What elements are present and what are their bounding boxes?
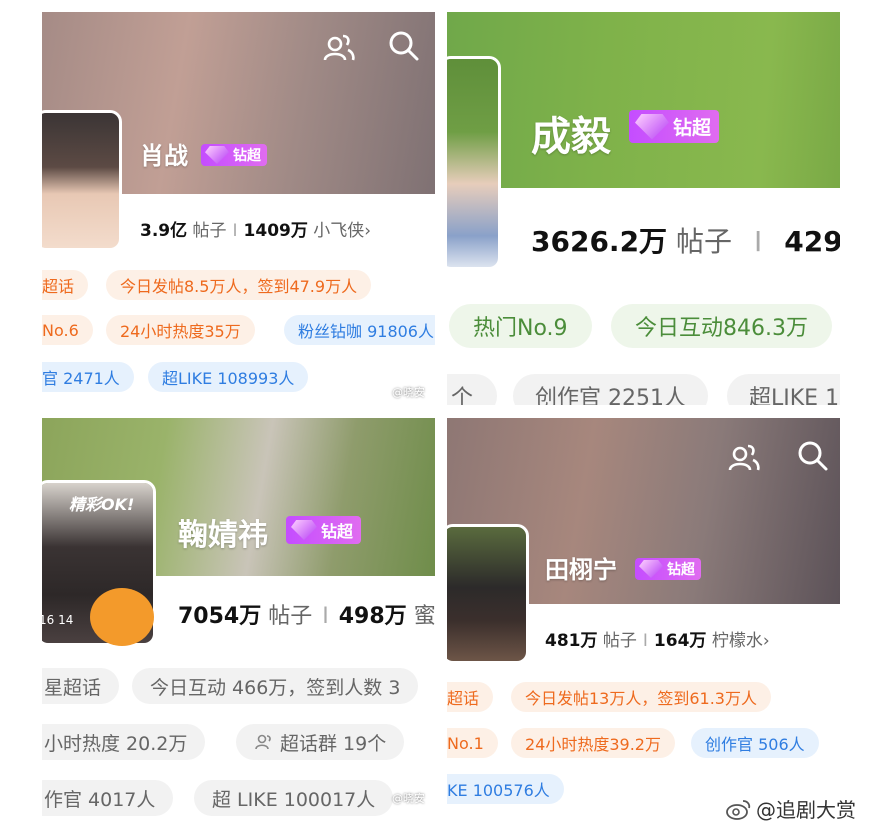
tag-heat[interactable]: 小时热度 20.2万 [42, 724, 206, 760]
tag-partial[interactable]: 个 [447, 374, 498, 405]
page-title: 肖战 [140, 142, 188, 170]
tag-rank[interactable]: No.6 [42, 315, 93, 345]
panel-chengyi: 成毅 钻超 3626.2万 帖子I429. 热门No.9 今日互动846.3万 … [447, 12, 840, 405]
tag-interaction[interactable]: 今日互动846.3万 [611, 304, 832, 348]
stats-row[interactable]: 7054万 帖子 I 498万 蜜 [178, 598, 435, 630]
weibo-logo-icon [726, 799, 751, 820]
banner-image [447, 12, 840, 188]
tag-heat[interactable]: 24小时热度39.2万 [511, 728, 675, 758]
avatar-number: 16 14 [42, 613, 74, 627]
stats-row[interactable]: 481万 帖子 I 164万 柠檬水› [545, 626, 770, 651]
tag-creator[interactable]: 官 2471人 [42, 362, 134, 392]
group-icon[interactable] [727, 440, 761, 474]
orange-sticker [90, 588, 154, 646]
diamond-badge: 钻超 [635, 558, 701, 580]
tag-group[interactable]: 超话群 19个 [236, 724, 405, 760]
tag-rank[interactable]: 热门No.9 [449, 304, 592, 348]
search-icon[interactable] [797, 440, 829, 472]
tag-chaohua[interactable]: 超话 [42, 270, 89, 300]
diamond-icon [639, 560, 663, 578]
watermark: @晓安 [392, 386, 425, 399]
avatar-caption: 精彩OK! [69, 495, 135, 514]
tag-heat[interactable]: 24小时热度35万 [106, 315, 255, 345]
page-title: 田栩宁 [545, 556, 617, 584]
avatar[interactable] [447, 56, 501, 270]
tag-superlike[interactable]: 超 LIKE 100017人 [194, 780, 394, 816]
tag-superlike[interactable]: 超LIKE 108993人 [148, 362, 309, 392]
group-icon[interactable] [322, 30, 356, 64]
tag-daily-posts[interactable]: 今日发帖8.5万人，签到47.9万人 [106, 270, 372, 300]
diamond-badge: 钻超 [286, 516, 362, 544]
diamond-icon [291, 520, 317, 540]
panel-tianxuning: 田栩宁 钻超 481万 帖子 I 164万 柠檬水› 超话 今日发帖13万人，签到6… [447, 418, 840, 804]
diamond-icon [205, 146, 229, 164]
tag-daily-posts[interactable]: 今日发帖13万人，签到61.3万人 [511, 682, 771, 712]
tag-creator[interactable]: 作官 4017人 [42, 780, 174, 816]
stats-row[interactable]: 3626.2万 帖子I429. [531, 220, 840, 260]
tag-superlike[interactable]: 超LIKE 1 [727, 374, 840, 405]
avatar[interactable] [42, 110, 122, 251]
footer-watermark: @追剧大赏 [726, 794, 856, 823]
tag-superlike[interactable]: KE 100576人 [447, 774, 564, 804]
page-title: 成毅 [531, 114, 611, 160]
panel-jujingyi: 精彩OK! 16 14 鞠婧祎 钻超 7054万 帖子 I 498万 蜜 星超话 今… [42, 418, 435, 822]
tag-chaohua[interactable]: 超话 [447, 682, 494, 712]
tag-chaohua[interactable]: 星超话 [42, 668, 120, 704]
group-icon [255, 734, 271, 750]
diamond-badge: 钻超 [201, 144, 267, 166]
search-icon[interactable] [388, 30, 420, 62]
watermark: @晓安 [392, 792, 425, 805]
page-title: 鞠婧祎 [178, 518, 268, 553]
tag-creator[interactable]: 创作官 506人 [691, 728, 819, 758]
diamond-icon [635, 113, 669, 140]
tag-fans[interactable]: 粉丝钻咖 91806人 [284, 315, 435, 345]
stats-row[interactable]: 3.9亿 帖子 I 1409万 小飞侠› [140, 216, 371, 241]
tag-rank[interactable]: No.1 [447, 728, 498, 758]
tag-creator[interactable]: 创作官 2251人 [513, 374, 708, 405]
panel-xiaozhan: 肖战 钻超 3.9亿 帖子 I 1409万 小飞侠› 超话 今日发帖8.5万人，签到… [42, 12, 435, 405]
tag-interaction[interactable]: 今日互动 466万，签到人数 3 [132, 668, 419, 704]
diamond-badge: 钻超 [629, 110, 720, 143]
footer-watermark-text: @追剧大赏 [756, 798, 856, 822]
avatar[interactable] [447, 524, 529, 664]
